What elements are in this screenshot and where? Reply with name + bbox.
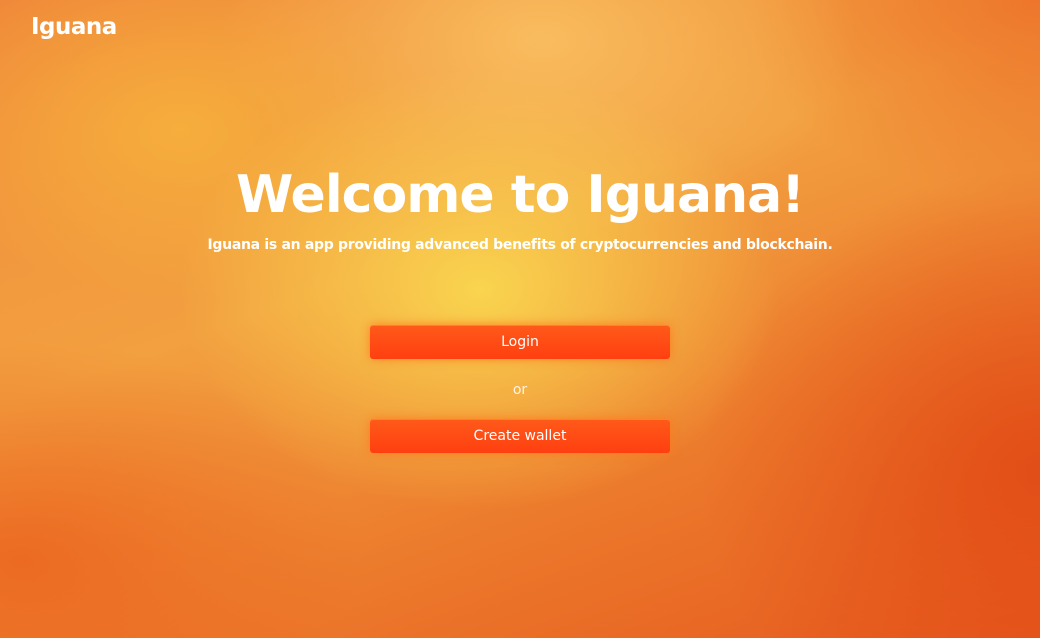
or-separator: or bbox=[512, 382, 528, 398]
app-logo: Iguana bbox=[31, 14, 117, 40]
create-wallet-button[interactable]: Create wallet bbox=[370, 419, 670, 453]
page-subtitle: Iguana is an app providing advanced bene… bbox=[207, 237, 833, 253]
login-button[interactable]: Login bbox=[370, 325, 670, 359]
page-title: Welcome to Iguana! bbox=[236, 165, 805, 225]
